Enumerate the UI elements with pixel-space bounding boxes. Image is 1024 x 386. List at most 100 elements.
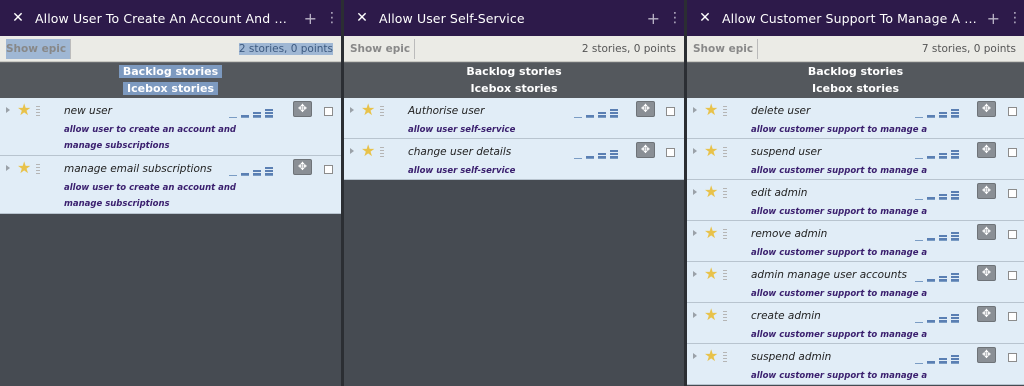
expand-icon[interactable] [350,107,354,113]
estimate-3-icon[interactable] [951,150,959,159]
story-checkbox[interactable] [1008,312,1017,321]
drag-handle-icon[interactable] [723,352,727,362]
estimate-2-icon[interactable] [939,276,947,282]
story-name[interactable]: delete user [751,105,810,117]
estimate-3-icon[interactable] [610,150,618,159]
show-epic-button[interactable]: Show epic [693,38,759,59]
story-row[interactable]: ★ admin manage user accounts allow custo… [687,262,1024,315]
story-checkbox[interactable] [1008,107,1017,116]
story-name[interactable]: manage email subscriptions [64,163,212,175]
estimate-selector[interactable] [574,147,618,159]
star-icon[interactable]: ★ [17,100,31,119]
drag-handle-icon[interactable] [36,106,40,116]
estimate-1-icon[interactable] [927,320,935,323]
estimate-0-icon[interactable] [915,322,923,323]
estimate-3-icon[interactable] [951,232,959,241]
estimate-0-icon[interactable] [574,158,582,159]
story-checkbox[interactable] [1008,353,1017,362]
story-row[interactable]: ★ Authorise user allow user self-service… [344,98,684,139]
story-row[interactable]: ★ manage email subscriptions allow user … [0,156,341,214]
drag-handle-icon[interactable] [723,147,727,157]
move-icon[interactable]: ✥ [636,101,655,117]
estimate-selector[interactable] [229,106,273,118]
show-epic-button[interactable]: Show epic [350,38,416,59]
estimate-2-icon[interactable] [939,235,947,241]
story-row[interactable]: ★ suspend admin allow customer support t… [687,344,1024,385]
estimate-3-icon[interactable] [951,109,959,118]
expand-icon[interactable] [693,107,697,113]
estimate-1-icon[interactable] [241,115,249,118]
estimate-selector[interactable] [915,352,959,364]
estimate-0-icon[interactable] [915,117,923,118]
estimate-3-icon[interactable] [951,191,959,200]
estimate-0-icon[interactable] [915,363,923,364]
story-name[interactable]: suspend admin [751,351,831,363]
expand-icon[interactable] [6,165,10,171]
close-icon[interactable]: ✕ [697,10,713,26]
kebab-menu-icon[interactable]: ⋮ [325,10,339,26]
star-icon[interactable]: ★ [704,182,718,201]
estimate-selector[interactable] [574,106,618,118]
expand-icon[interactable] [693,353,697,359]
move-icon[interactable]: ✥ [977,265,996,281]
estimate-2-icon[interactable] [253,112,261,118]
estimate-1-icon[interactable] [241,173,249,176]
story-name[interactable]: admin manage user accounts [751,269,907,281]
estimate-1-icon[interactable] [927,238,935,241]
estimate-0-icon[interactable] [229,175,237,176]
story-row[interactable]: ★ new user allow user to create an accou… [0,98,341,156]
drag-handle-icon[interactable] [380,147,384,157]
story-row[interactable]: ★ create admin allow customer support to… [687,303,1024,356]
close-icon[interactable]: ✕ [354,10,370,26]
star-icon[interactable]: ★ [704,100,718,119]
star-icon[interactable]: ★ [704,141,718,160]
expand-icon[interactable] [693,189,697,195]
estimate-2-icon[interactable] [939,112,947,118]
story-name[interactable]: suspend user [751,146,821,158]
story-name[interactable]: change user details [408,146,511,158]
estimate-3-icon[interactable] [265,167,273,176]
expand-icon[interactable] [350,148,354,154]
estimate-0-icon[interactable] [229,117,237,118]
estimate-selector[interactable] [915,188,959,200]
plus-icon[interactable]: + [987,9,1000,28]
estimate-2-icon[interactable] [939,317,947,323]
star-icon[interactable]: ★ [704,264,718,283]
move-icon[interactable]: ✥ [293,101,312,117]
drag-handle-icon[interactable] [723,270,727,280]
story-name[interactable]: Authorise user [408,105,484,117]
estimate-3-icon[interactable] [951,273,959,282]
move-icon[interactable]: ✥ [977,347,996,363]
estimate-0-icon[interactable] [915,240,923,241]
move-icon[interactable]: ✥ [977,101,996,117]
drag-handle-icon[interactable] [723,311,727,321]
estimate-selector[interactable] [915,270,959,282]
story-row[interactable]: ★ change user details allow user self-se… [344,139,684,180]
expand-icon[interactable] [693,148,697,154]
story-row[interactable]: ★ remove admin allow customer support to… [687,221,1024,274]
estimate-0-icon[interactable] [915,281,923,282]
story-name[interactable]: edit admin [751,187,807,199]
estimate-3-icon[interactable] [610,109,618,118]
expand-icon[interactable] [693,230,697,236]
story-row[interactable]: ★ suspend user allow customer support to… [687,139,1024,192]
move-icon[interactable]: ✥ [293,159,312,175]
estimate-3-icon[interactable] [951,314,959,323]
story-checkbox[interactable] [324,107,333,116]
story-checkbox[interactable] [1008,189,1017,198]
estimate-2-icon[interactable] [939,194,947,200]
estimate-2-icon[interactable] [598,153,606,159]
star-icon[interactable]: ★ [704,223,718,242]
drag-handle-icon[interactable] [723,188,727,198]
estimate-2-icon[interactable] [939,153,947,159]
estimate-0-icon[interactable] [574,117,582,118]
move-icon[interactable]: ✥ [977,306,996,322]
story-checkbox[interactable] [1008,271,1017,280]
story-checkbox[interactable] [1008,230,1017,239]
story-row[interactable]: ★ edit admin allow customer support to m… [687,180,1024,233]
kebab-menu-icon[interactable]: ⋮ [1008,10,1022,26]
close-icon[interactable]: ✕ [10,10,26,26]
estimate-selector[interactable] [915,229,959,241]
story-name[interactable]: remove admin [751,228,827,240]
drag-handle-icon[interactable] [723,106,727,116]
